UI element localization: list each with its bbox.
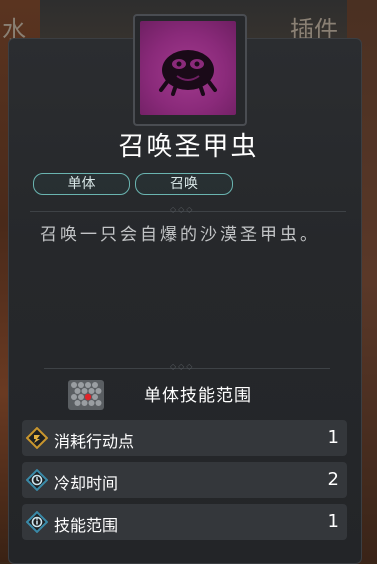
divider-ornament-bottom: ◇◇◇ bbox=[170, 362, 195, 371]
stat-value: 2 bbox=[327, 469, 339, 490]
stat-value: 1 bbox=[327, 427, 339, 448]
action-point-icon bbox=[26, 427, 48, 449]
skill-title: 召唤圣甲虫 bbox=[118, 132, 259, 162]
skill-icon-frame bbox=[133, 14, 247, 126]
tag-single-target: 单体 bbox=[33, 173, 130, 195]
divider-ornament: ◇◇◇ bbox=[170, 205, 195, 214]
stat-label: 技能范围 bbox=[54, 516, 119, 535]
stat-value: 1 bbox=[327, 511, 339, 532]
stat-row-cooldown: 冷却时间 2 bbox=[22, 462, 347, 498]
stat-row-action-points: 消耗行动点 1 bbox=[22, 420, 347, 456]
scarab-beetle-icon bbox=[159, 50, 217, 96]
stat-row-skill-range: 技能范围 1 bbox=[22, 504, 347, 540]
tag-summon: 召唤 bbox=[135, 173, 233, 195]
hex-grid-icon bbox=[68, 380, 104, 410]
range-info-icon bbox=[26, 511, 48, 533]
range-title: 单体技能范围 bbox=[144, 386, 252, 406]
skill-description: 召唤一只会自爆的沙漠圣甲虫。 bbox=[40, 225, 320, 245]
skill-icon-background bbox=[140, 21, 236, 115]
range-preview bbox=[68, 380, 104, 414]
stat-label: 冷却时间 bbox=[54, 474, 119, 493]
stat-label: 消耗行动点 bbox=[54, 432, 135, 451]
cooldown-icon bbox=[26, 469, 48, 491]
